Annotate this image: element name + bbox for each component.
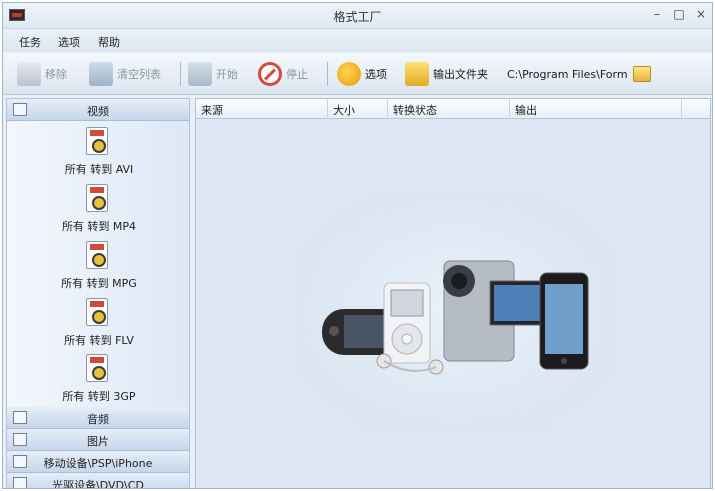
toolbar-separator bbox=[180, 62, 181, 86]
app-window: 格式工厂 – □ × 任务 选项 帮助 移除 清空列表 开始 停止 选项 输出文… bbox=[2, 2, 713, 489]
options-button[interactable]: 选项 bbox=[337, 60, 387, 88]
category-label: 音频 bbox=[87, 413, 109, 426]
window-title: 格式工厂 bbox=[333, 10, 382, 24]
format-mpg[interactable]: 所有 转到 MPG bbox=[7, 239, 189, 295]
menu-task[interactable]: 任务 bbox=[19, 34, 41, 50]
format-flv[interactable]: 所有 转到 FLV bbox=[7, 296, 189, 352]
format-label: 所有 转到 FLV bbox=[64, 334, 134, 347]
start-icon bbox=[188, 62, 212, 86]
column-source[interactable]: 来源 bbox=[196, 99, 328, 119]
remove-label: 移除 bbox=[45, 68, 67, 81]
format-mp4[interactable]: 所有 转到 MP4 bbox=[7, 182, 189, 238]
category-audio[interactable]: 音频 bbox=[7, 407, 189, 429]
output-folder-icon bbox=[405, 62, 429, 86]
browse-folder-icon[interactable] bbox=[633, 66, 651, 82]
column-status[interactable]: 转换状态 bbox=[388, 99, 510, 119]
title-bar[interactable]: 格式工厂 – □ × bbox=[3, 3, 712, 29]
stop-button[interactable]: 停止 bbox=[258, 60, 308, 88]
remove-button[interactable]: 移除 bbox=[17, 60, 67, 88]
close-button[interactable]: × bbox=[693, 7, 709, 21]
format-label: 所有 转到 MP4 bbox=[61, 220, 137, 233]
toolbar: 移除 清空列表 开始 停止 选项 输出文件夹 C:\Program Files\… bbox=[3, 53, 712, 95]
output-folder-label: 输出文件夹 bbox=[433, 68, 488, 81]
maximize-button[interactable]: □ bbox=[671, 7, 687, 21]
mp4-file-icon bbox=[86, 184, 108, 212]
category-label: 移动设备\PSP\iPhone bbox=[43, 457, 153, 470]
menu-help[interactable]: 帮助 bbox=[98, 34, 120, 50]
menu-bar: 任务 选项 帮助 bbox=[3, 30, 712, 52]
category-sidebar: 视频 所有 转到 AVI 所有 转到 MP4 所有 转到 MPG 所有 转到 F… bbox=[6, 98, 190, 489]
format-3gp[interactable]: 所有 转到 3GP bbox=[7, 352, 189, 408]
options-label: 选项 bbox=[365, 68, 387, 81]
3gp-file-icon bbox=[86, 354, 108, 382]
column-output[interactable]: 输出 bbox=[510, 99, 682, 119]
format-label: 所有 转到 3GP bbox=[62, 390, 136, 403]
remove-icon bbox=[17, 62, 41, 86]
devices-illustration bbox=[294, 191, 616, 431]
start-label: 开始 bbox=[216, 68, 238, 81]
category-optical-drive[interactable]: 光驱设备\DVD\CD bbox=[7, 473, 189, 489]
stop-icon bbox=[258, 62, 282, 86]
task-list[interactable]: 来源 大小 转换状态 输出 bbox=[195, 98, 711, 488]
format-label: 所有 转到 MPG bbox=[61, 277, 137, 290]
trash-icon bbox=[89, 62, 113, 86]
category-mobile-device[interactable]: 移动设备\PSP\iPhone bbox=[7, 451, 189, 473]
category-video[interactable]: 视频 bbox=[7, 99, 189, 121]
toolbar-separator bbox=[327, 62, 328, 86]
category-label: 光驱设备\DVD\CD bbox=[52, 479, 144, 489]
menu-options[interactable]: 选项 bbox=[58, 34, 80, 50]
clear-list-label: 清空列表 bbox=[117, 68, 161, 81]
clear-list-button[interactable]: 清空列表 bbox=[89, 60, 161, 88]
options-icon bbox=[337, 62, 361, 86]
minimize-button[interactable]: – bbox=[649, 7, 665, 21]
category-picture[interactable]: 图片 bbox=[7, 429, 189, 451]
mpg-file-icon bbox=[86, 241, 108, 269]
format-avi[interactable]: 所有 转到 AVI bbox=[7, 125, 189, 181]
start-button[interactable]: 开始 bbox=[188, 60, 238, 88]
stop-label: 停止 bbox=[286, 68, 308, 81]
task-list-header: 来源 大小 转换状态 输出 bbox=[196, 99, 710, 119]
output-folder-button[interactable]: 输出文件夹 bbox=[405, 60, 488, 88]
category-label: 图片 bbox=[87, 435, 109, 448]
avi-file-icon bbox=[86, 127, 108, 155]
format-label: 所有 转到 AVI bbox=[64, 163, 134, 176]
devices-image bbox=[322, 260, 589, 375]
column-size[interactable]: 大小 bbox=[328, 99, 388, 119]
category-label: 视频 bbox=[87, 105, 109, 118]
flv-file-icon bbox=[86, 298, 108, 326]
video-format-list: 所有 转到 AVI 所有 转到 MP4 所有 转到 MPG 所有 转到 FLV … bbox=[7, 121, 189, 407]
